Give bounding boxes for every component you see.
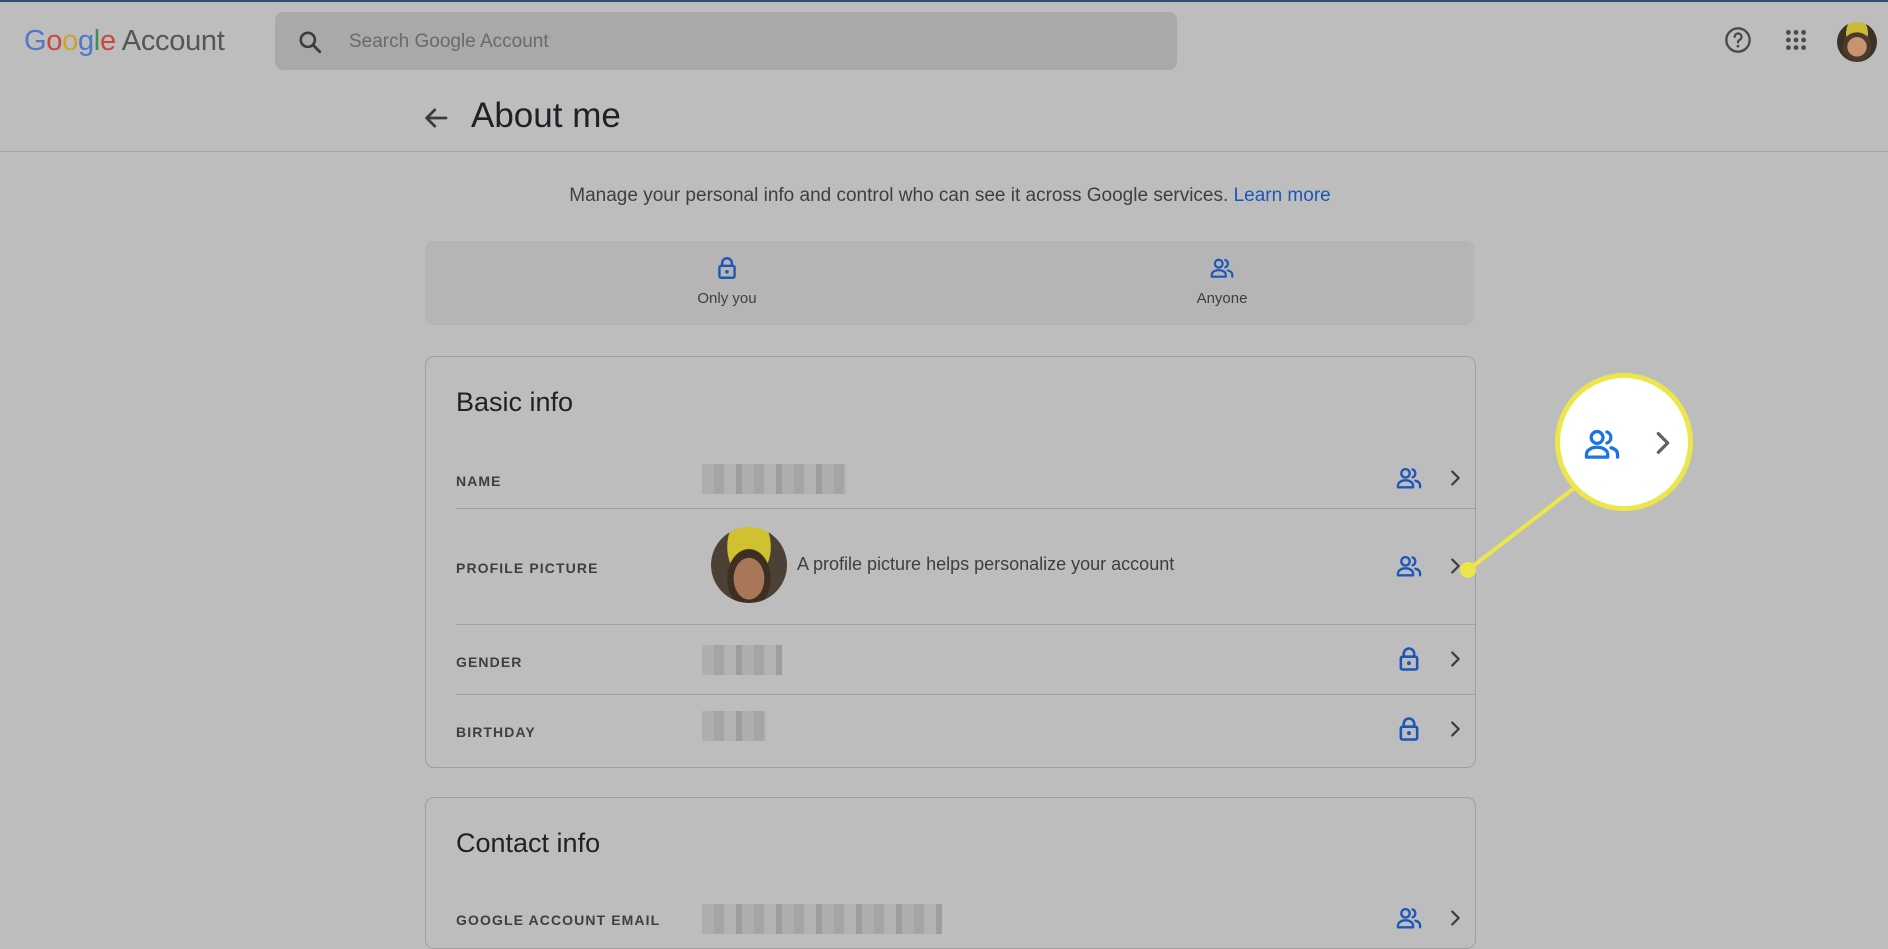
legend-label: Anyone (1196, 290, 1248, 307)
row-value: A profile picture helps personalize your… (797, 554, 1175, 574)
logo-letter: o (46, 25, 63, 57)
contact-info-card: Contact info GOOGLE ACCOUNT EMAIL (425, 797, 1476, 949)
profile-picture[interactable] (711, 527, 787, 603)
basic-info-row-birthday[interactable]: BIRTHDAY (456, 695, 1475, 765)
basic-info-row-profile-picture[interactable]: PROFILE PICTURE A profile picture helps … (456, 509, 1475, 625)
redacted-value (702, 711, 766, 741)
chevron-right-icon (1656, 432, 1670, 454)
people-icon (1396, 907, 1422, 929)
chevron-right-icon[interactable] (1444, 648, 1466, 670)
app-header: Google Account (0, 2, 1888, 81)
product-name: Account (121, 25, 225, 57)
visibility-legend: Only you Anyone (425, 241, 1474, 325)
row-label: NAME (456, 473, 502, 489)
apps-grid-icon[interactable] (1780, 24, 1812, 56)
chevron-right-icon[interactable] (1444, 555, 1466, 577)
card-title: Contact info (456, 828, 601, 858)
search-input[interactable] (347, 26, 1131, 58)
legend-only-you: Only you (627, 255, 827, 307)
page-title: About me (471, 96, 621, 135)
row-label: GENDER (456, 654, 523, 670)
chevron-right-icon[interactable] (1444, 467, 1466, 489)
card-title: Basic info (456, 387, 574, 417)
intro-description: Manage your personal info and control wh… (569, 185, 1229, 206)
people-icon (1396, 467, 1422, 489)
back-arrow-icon[interactable] (421, 103, 451, 133)
basic-info-row-gender[interactable]: GENDER (456, 625, 1475, 695)
logo-letter: G (24, 25, 47, 57)
logo-letter: o (62, 25, 78, 57)
people-icon (1210, 258, 1234, 278)
basic-info-card: Basic info NAME PROFILE PICTURE A profil… (425, 356, 1476, 768)
intro-text: Manage your personal info and control wh… (0, 183, 1888, 209)
callout-magnifier (1555, 373, 1693, 511)
people-icon (1396, 555, 1422, 577)
lock-icon (718, 257, 736, 279)
help-icon[interactable] (1722, 24, 1754, 56)
legend-label: Only you (697, 290, 757, 307)
chevron-right-icon[interactable] (1444, 907, 1466, 929)
lock-icon (1399, 717, 1419, 741)
logo-letter: g (77, 25, 94, 57)
account-avatar[interactable] (1837, 22, 1877, 62)
page-title-bar: About me (0, 81, 1888, 152)
learn-more-link[interactable]: Learn more (1234, 185, 1331, 206)
search-bar[interactable] (275, 12, 1177, 70)
row-label: BIRTHDAY (456, 724, 536, 740)
redacted-value (702, 904, 942, 934)
row-label: GOOGLE ACCOUNT EMAIL (456, 912, 661, 928)
contact-info-row-email[interactable]: GOOGLE ACCOUNT EMAIL (456, 898, 1475, 938)
people-icon (1584, 429, 1620, 459)
lock-icon (1399, 647, 1419, 671)
legend-anyone: Anyone (1122, 255, 1322, 307)
logo-letter: e (99, 25, 116, 57)
redacted-value (702, 464, 846, 494)
row-label: PROFILE PICTURE (456, 560, 599, 576)
google-account-logo[interactable]: Google Account (24, 22, 225, 60)
basic-info-row-name[interactable]: NAME (456, 450, 1475, 509)
redacted-value (702, 645, 782, 675)
search-icon[interactable] (297, 29, 323, 55)
chevron-right-icon[interactable] (1444, 718, 1466, 740)
